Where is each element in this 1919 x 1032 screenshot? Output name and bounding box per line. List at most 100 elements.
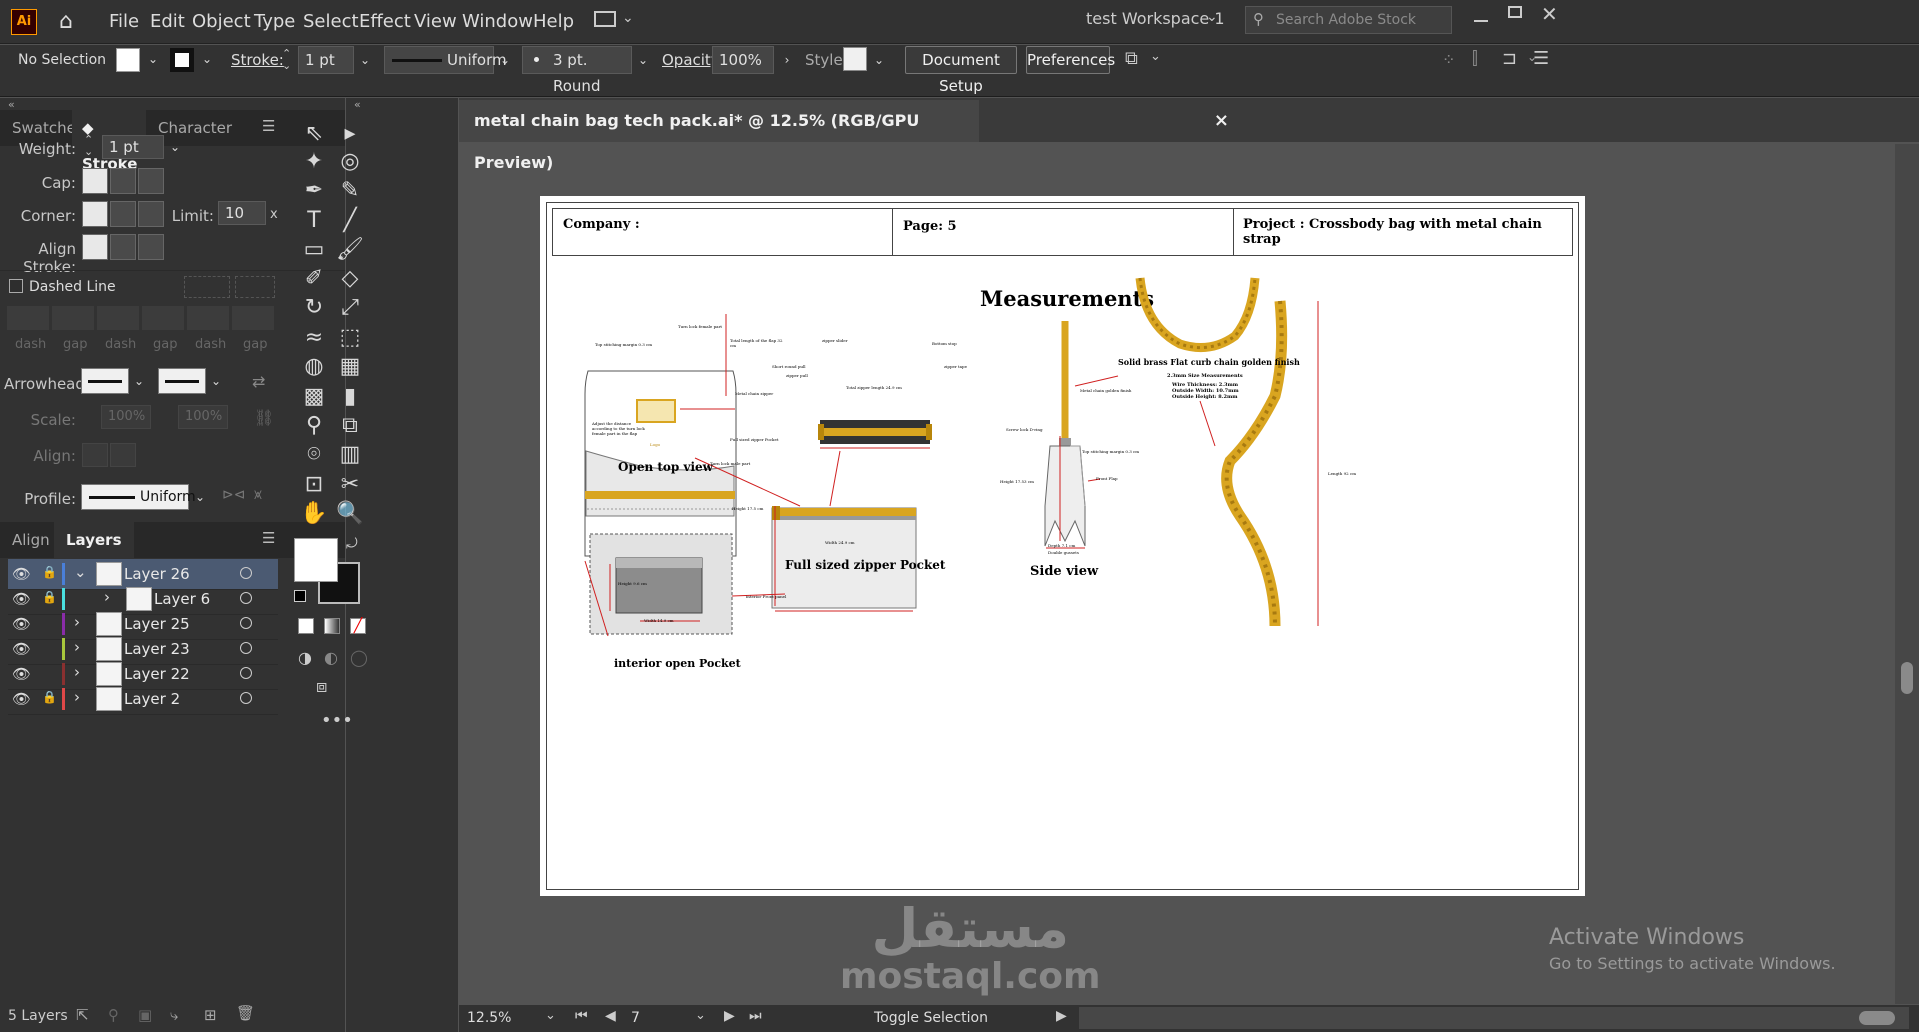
chevron-down-icon[interactable]: ⌄ — [494, 46, 516, 74]
menu-file[interactable]: File — [109, 11, 139, 32]
prev-artboard-icon[interactable]: ◀ — [605, 1008, 616, 1024]
limit-input[interactable]: 10 — [218, 201, 266, 225]
chevron-right-icon[interactable]: › — [776, 46, 798, 74]
chevron-right-icon[interactable]: › — [74, 638, 80, 656]
stroke-label[interactable]: Stroke: — [231, 51, 284, 69]
panel-menu-icon[interactable]: ☰ — [262, 529, 275, 547]
none-mode-icon[interactable]: ╱ — [350, 618, 366, 634]
chevron-right-icon[interactable]: › — [74, 688, 80, 706]
panel-menu-icon[interactable]: ☰ — [1533, 48, 1549, 69]
artboard-tool-icon[interactable]: ⊡ — [300, 471, 328, 499]
restore-icon[interactable] — [1508, 6, 1522, 18]
draw-behind-icon[interactable]: ◐ — [324, 648, 338, 667]
chevron-down-icon[interactable]: ⌄ — [196, 45, 218, 73]
menu-effect[interactable]: Effect — [359, 11, 411, 32]
chevron-down-icon[interactable]: ⌄ — [695, 1008, 706, 1023]
magic-wand-icon[interactable]: ✦ — [300, 148, 328, 176]
chevron-down-icon[interactable]: ⌄ — [354, 46, 376, 74]
chevron-down-icon[interactable]: ⌄ — [205, 367, 227, 395]
stepper-icon[interactable]: ⌃ ⌄ — [84, 134, 93, 158]
lock-icon[interactable]: 🔒 — [42, 690, 57, 704]
chevron-down-icon[interactable]: ⌄ — [164, 133, 186, 161]
gradient-tool-icon[interactable]: ▮ — [336, 383, 364, 411]
vertical-scrollbar[interactable] — [1895, 144, 1919, 1004]
chevron-down-icon[interactable]: ⌄ — [868, 46, 890, 74]
pen-tool-icon[interactable]: ✒ — [300, 177, 328, 205]
chevron-down-icon[interactable]: ⌄ — [1150, 49, 1161, 64]
fill-color-box[interactable] — [294, 538, 338, 582]
target-icon[interactable] — [240, 692, 252, 704]
panel-menu-icon[interactable]: ☰ — [262, 117, 275, 135]
scroll-thumb[interactable] — [1901, 662, 1913, 694]
preferences-button[interactable]: Preferences — [1026, 46, 1115, 74]
bevel-join-icon[interactable] — [138, 201, 164, 227]
eye-icon[interactable]: 👁 — [12, 565, 31, 583]
menu-window[interactable]: Window — [462, 11, 533, 32]
document-setup-button[interactable]: Document Setup — [905, 46, 1017, 95]
shaper-tool-icon[interactable]: ✐ — [300, 265, 328, 293]
eraser-icon[interactable]: ◇ — [336, 265, 364, 293]
target-icon[interactable] — [240, 617, 252, 629]
chevron-down-icon[interactable]: ⌄ — [142, 45, 164, 73]
arrange-docs-icon[interactable] — [594, 11, 616, 27]
transform-icon[interactable]: ⊐ — [1502, 48, 1517, 69]
graphic-style-swatch[interactable] — [843, 47, 867, 71]
menu-help[interactable]: Help — [533, 11, 574, 32]
layer-name[interactable]: Layer 23 — [124, 640, 190, 658]
menu-select[interactable]: Select — [303, 11, 359, 32]
layer-name[interactable]: Layer 26 — [124, 565, 190, 583]
round-cap-icon[interactable] — [110, 168, 136, 194]
chevron-down-icon[interactable]: ⌄ — [189, 483, 211, 511]
dashed-line-checkbox[interactable] — [9, 279, 23, 293]
menu-edit[interactable]: Edit — [150, 11, 185, 32]
close-window-icon[interactable]: ✕ — [1541, 2, 1558, 26]
status-mode[interactable]: Toggle Selection — [874, 1010, 988, 1026]
eye-icon[interactable]: 👁 — [12, 615, 31, 633]
lock-icon[interactable]: 🔒 — [42, 590, 57, 604]
hand-tool-icon[interactable]: ✋ — [300, 500, 328, 528]
rectangle-tool-icon[interactable]: ▭ — [300, 236, 328, 264]
trash-icon[interactable]: 🗑 — [236, 1004, 255, 1022]
draw-normal-icon[interactable]: ◑ — [298, 648, 312, 667]
chevron-right-icon[interactable]: › — [104, 588, 110, 606]
scroll-thumb[interactable] — [1859, 1011, 1895, 1025]
stroke-weight-input[interactable]: 1 pt — [298, 46, 354, 74]
align-center-icon[interactable] — [82, 234, 108, 260]
chevron-right-icon[interactable]: ▶ — [1056, 1008, 1067, 1024]
eye-icon[interactable]: 👁 — [12, 690, 31, 708]
symbol-sprayer-icon[interactable]: ⌾ — [300, 441, 328, 469]
next-artboard-icon[interactable]: ▶ — [724, 1008, 735, 1024]
close-tab-icon[interactable]: × — [1214, 100, 1229, 142]
layer-name[interactable]: Layer 25 — [124, 615, 190, 633]
swap-colors-icon[interactable]: ⤾ — [346, 536, 358, 552]
artboard-number[interactable]: 7 — [631, 1010, 681, 1026]
lock-icon[interactable]: 🔒 — [42, 565, 57, 579]
menu-type[interactable]: Type — [254, 11, 295, 32]
lasso-icon[interactable]: ◎ — [336, 148, 364, 176]
blend-tool-icon[interactable]: ⧉ — [336, 412, 364, 440]
target-icon[interactable] — [240, 642, 252, 654]
chevron-right-icon[interactable]: › — [74, 663, 80, 681]
screen-mode-icon[interactable]: ⧈ — [316, 676, 327, 697]
paintbrush-icon[interactable]: 🖌 — [336, 236, 364, 264]
collapse-icon[interactable]: « — [354, 98, 361, 111]
tab-layers[interactable]: Layers — [54, 522, 134, 558]
chevron-down-icon[interactable]: ⌄ — [128, 367, 150, 395]
line-tool-icon[interactable]: ╱ — [336, 207, 364, 235]
new-layer-icon[interactable]: ⊞ — [204, 1006, 217, 1024]
graph-tool-icon[interactable]: ▥ — [336, 441, 364, 469]
layer-row[interactable]: 👁 🔒 › Layer 2 — [8, 684, 278, 715]
search-stock[interactable]: ⚲ Search Adobe Stock — [1245, 6, 1452, 34]
zoom-input[interactable]: 12.5% — [467, 1010, 527, 1026]
chevron-down-icon[interactable]: ⌄ — [74, 563, 87, 581]
document-tab[interactable]: metal chain bag tech pack.ai* @ 12.5% (R… — [459, 100, 1229, 172]
round-join-icon[interactable] — [110, 201, 136, 227]
chevron-right-icon[interactable]: › — [74, 613, 80, 631]
swap-arrows-icon[interactable]: ⇄ — [252, 372, 265, 391]
perspective-grid-icon[interactable]: ▦ — [336, 353, 364, 381]
align-inside-icon[interactable] — [110, 234, 136, 260]
eye-icon[interactable]: 👁 — [12, 665, 31, 683]
profile-dropdown[interactable]: Uniform — [81, 484, 196, 510]
arrowhead-start[interactable] — [81, 368, 129, 394]
target-icon[interactable] — [240, 567, 252, 579]
